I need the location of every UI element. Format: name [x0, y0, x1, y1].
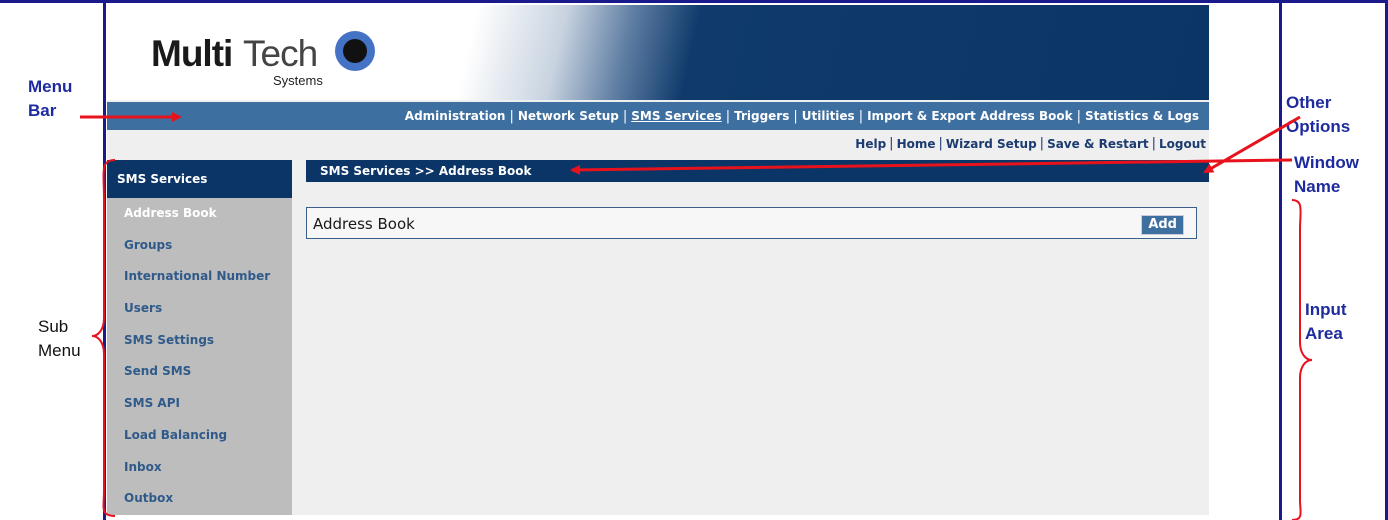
input-area-annotation-line1: Input — [1305, 300, 1347, 319]
logo-text-multi: Multi — [151, 33, 233, 74]
sidebar-item-address-book[interactable]: Address Book — [107, 198, 292, 230]
sidebar-item-groups[interactable]: Groups — [107, 230, 292, 262]
sub-menu-annotation-line2: Menu — [38, 341, 81, 360]
option-logout[interactable]: Logout — [1156, 137, 1209, 151]
frame-left-divider — [103, 0, 106, 520]
sidebar-item-outbox[interactable]: Outbox — [107, 483, 292, 515]
window-name-annotation: Window Name — [1294, 151, 1359, 199]
sidebar-item-users[interactable]: Users — [107, 293, 292, 325]
menu-bar-annotation: Menu Bar — [28, 75, 72, 123]
menu-item-network-setup[interactable]: Network Setup — [514, 109, 623, 123]
sidebar-item-load-balancing[interactable]: Load Balancing — [107, 420, 292, 452]
menu-item-utilities[interactable]: Utilities — [798, 109, 859, 123]
logo-text-systems: Systems — [273, 73, 323, 88]
sidebar-item-send-sms[interactable]: Send SMS — [107, 356, 292, 388]
menu-bar-annotation-line1: Menu — [28, 77, 73, 96]
other-options-annotation-line2: Options — [1286, 117, 1351, 136]
add-button[interactable]: Add — [1141, 215, 1184, 235]
sidebar-item-sms-settings[interactable]: SMS Settings — [107, 325, 292, 357]
frame-right-divider — [1279, 0, 1282, 520]
other-options-bar: Help | Home | Wizard Setup | Save & Rest… — [852, 136, 1209, 151]
menu-item-triggers[interactable]: Triggers — [730, 109, 793, 123]
sub-menu-annotation: Sub Menu — [38, 315, 81, 363]
option-home[interactable]: Home — [894, 137, 939, 151]
logo-ring-icon — [335, 31, 375, 71]
menu-item-import-export-address-book[interactable]: Import & Export Address Book — [863, 109, 1076, 123]
window-name-annotation-line2: Name — [1294, 177, 1341, 196]
panel-title: Address Book — [313, 215, 415, 233]
option-help[interactable]: Help — [852, 137, 889, 151]
address-book-panel: Address Book Add — [306, 207, 1197, 239]
sub-menu-sidebar: SMS Services Address Book Groups Interna… — [107, 160, 292, 515]
menu-item-administration[interactable]: Administration — [401, 109, 510, 123]
sidebar-item-inbox[interactable]: Inbox — [107, 452, 292, 484]
other-options-annotation-line1: Other — [1286, 93, 1332, 112]
option-save-restart[interactable]: Save & Restart — [1044, 137, 1152, 151]
sidebar-item-international-number[interactable]: International Number — [107, 261, 292, 293]
logo-text-tech: Tech — [243, 33, 318, 74]
window-name-annotation-line1: Window — [1294, 153, 1359, 172]
option-wizard-setup[interactable]: Wizard Setup — [943, 137, 1040, 151]
router-web-ui: Multi Tech Systems Administration | Netw… — [107, 5, 1209, 515]
window-name-bar: SMS Services >> Address Book — [306, 160, 1209, 182]
other-options-annotation: Other Options — [1286, 91, 1350, 139]
menu-item-sms-services[interactable]: SMS Services — [627, 109, 725, 123]
menu-bar-items: Administration | Network Setup | SMS Ser… — [401, 102, 1203, 130]
sub-menu-annotation-line1: Sub — [38, 317, 69, 336]
sub-menu-title: SMS Services — [107, 160, 292, 198]
header-banner: Multi Tech Systems — [107, 5, 1209, 100]
input-area-annotation-line2: Area — [1305, 324, 1343, 343]
sidebar-item-sms-api[interactable]: SMS API — [107, 388, 292, 420]
frame-top-border — [0, 0, 1388, 3]
input-area-annotation: Input Area — [1305, 298, 1347, 346]
menu-bar: Administration | Network Setup | SMS Ser… — [107, 102, 1209, 130]
menu-item-statistics-logs[interactable]: Statistics & Logs — [1081, 109, 1203, 123]
menu-bar-annotation-line2: Bar — [28, 101, 57, 120]
